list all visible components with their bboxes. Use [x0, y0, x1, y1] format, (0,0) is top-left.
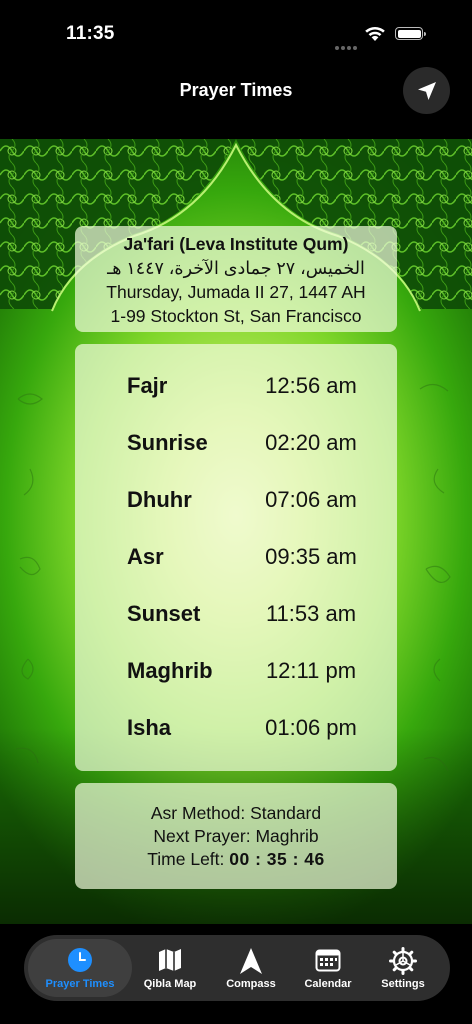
location-button[interactable]	[403, 67, 450, 114]
prayer-time: 12:11 pm	[265, 658, 357, 683]
calculation-method: Ja'fari (Leva Institute Qum)	[123, 234, 349, 254]
tab-label: Settings	[381, 978, 425, 990]
prayer-name: Sunrise	[127, 430, 208, 455]
prayer-times-card: Fajr 12:56 am Sunrise 02:20 am Dhuhr 07:…	[75, 344, 397, 771]
prayer-name: Dhuhr	[127, 487, 192, 512]
map-icon	[159, 949, 181, 971]
prayer-name: Asr	[127, 544, 164, 569]
prayer-name: Sunset	[127, 601, 201, 626]
hijri-date: Thursday, Jumada II 27, 1447 AH	[106, 282, 366, 302]
prayer-row-sunrise: Sunrise 02:20 am	[75, 430, 397, 460]
prayer-row-maghrib: Maghrib 12:11 pm	[75, 658, 397, 688]
prayer-name: Maghrib	[127, 658, 213, 683]
asr-method-label: Asr Method: Standard	[150, 803, 322, 823]
next-prayer-label: Next Prayer: Maghrib	[153, 826, 319, 846]
tab-label: Compass	[226, 978, 276, 990]
status-bar: 11:35	[0, 0, 472, 60]
tab-label: Calendar	[304, 978, 352, 990]
prayer-name: Isha	[127, 715, 172, 740]
prayer-row-isha: Isha 01:06 pm	[75, 715, 397, 745]
gear-icon	[389, 947, 417, 975]
prayer-time: 11:53 am	[265, 601, 357, 626]
clock-icon	[68, 948, 92, 972]
prayer-row-fajr: Fajr 12:56 am	[75, 373, 397, 403]
prayer-row-sunset: Sunset 11:53 am	[75, 601, 397, 631]
hijri-date-arabic: الخميس، ٢٧ جمادى الآخرة، ١٤٤٧ هـ	[107, 258, 365, 278]
tab-label: Prayer Times	[45, 978, 115, 990]
info-card: Asr Method: Standard Next Prayer: Maghri…	[75, 783, 397, 889]
tab-calendar[interactable]: Calendar	[294, 939, 362, 997]
page-title: Prayer Times	[179, 80, 293, 100]
prayer-name: Fajr	[127, 373, 168, 398]
prayer-row-dhuhr: Dhuhr 07:06 am	[75, 487, 397, 517]
header-card: Ja'fari (Leva Institute Qum) الخميس، ٢٧ …	[75, 226, 397, 332]
location-address: 1-99 Stockton St, San Francisco	[110, 306, 362, 326]
battery-icon	[395, 27, 426, 40]
prayer-time: 01:06 pm	[265, 715, 357, 740]
tab-qibla-map[interactable]: Qibla Map	[136, 939, 204, 997]
calendar-icon	[315, 949, 341, 972]
location-arrow-icon	[417, 81, 436, 100]
countdown-timer: 00 : 35 : 46	[229, 849, 325, 869]
cellular-signal-icon	[335, 37, 359, 55]
time-left-label: Time Left:	[147, 849, 225, 869]
compass-arrow-icon	[240, 948, 262, 974]
prayer-time: 07:06 am	[265, 487, 357, 512]
prayer-row-asr: Asr 09:35 am	[75, 544, 397, 574]
tab-bar: Prayer Times Qibla Map Compass Calendar	[24, 935, 450, 1001]
prayer-time: 02:20 am	[265, 430, 357, 455]
time-left-row: Time Left: 00 : 35 : 46	[75, 849, 397, 870]
wifi-icon	[365, 26, 385, 41]
status-time: 11:35	[66, 23, 115, 44]
prayer-time: 09:35 am	[265, 544, 357, 569]
tab-settings[interactable]: Settings	[370, 939, 436, 997]
tab-prayer-times[interactable]: Prayer Times	[28, 939, 132, 997]
tab-label: Qibla Map	[143, 978, 197, 990]
prayer-time: 12:56 am	[265, 373, 357, 398]
tab-compass[interactable]: Compass	[214, 939, 288, 997]
